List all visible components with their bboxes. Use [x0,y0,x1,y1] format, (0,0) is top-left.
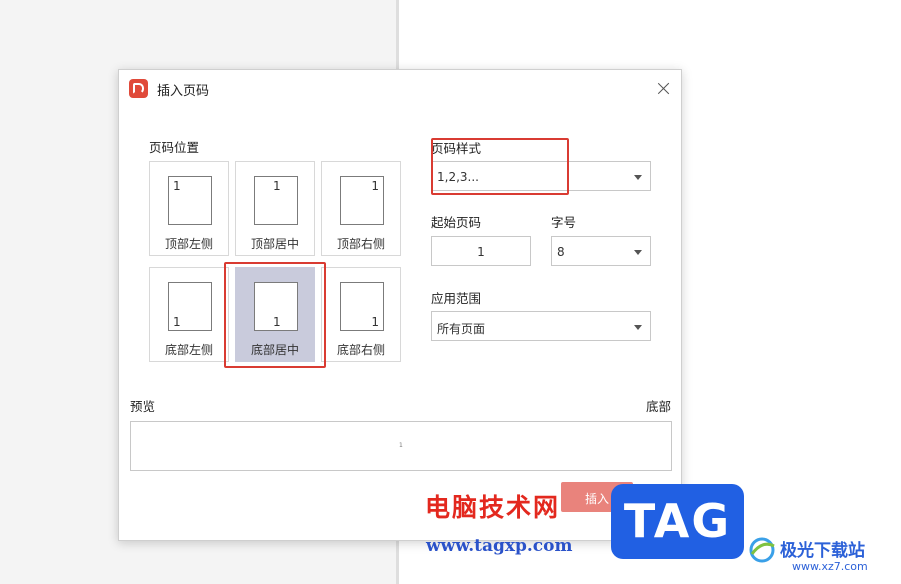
font-size-label: 字号 [551,215,577,230]
aurora-logo-icon [749,537,775,563]
position-caption: 底部左侧 [164,343,213,357]
scope-select-value: 所有页面 [437,322,486,336]
page-thumbnail: 1 [254,176,298,225]
position-caption: 顶部左侧 [164,237,213,251]
dialog-title: 插入页码 [157,84,210,99]
position-caption: 顶部居中 [250,237,299,251]
insert-page-number-dialog: 插入页码 页码位置 1 顶部左侧 1 顶部居中 1 顶部右侧 1 底部左侧 1 … [118,69,682,541]
start-number-input[interactable]: 1 [431,236,531,266]
preview-label: 预览 [130,399,156,414]
position-label: 页码位置 [149,140,200,155]
font-size-select[interactable]: 8 [551,236,651,266]
highlight-box-position [224,262,326,368]
close-icon[interactable] [653,78,675,100]
wps-pdf-app-icon [129,79,148,98]
position-bottom-right[interactable]: 1 底部右侧 [321,267,401,362]
position-caption: 底部右侧 [336,343,385,357]
watermark-text: 电脑技术网 [425,493,561,522]
position-top-center[interactable]: 1 顶部居中 [235,161,315,256]
scope-select[interactable]: 所有页面 [431,311,651,341]
page-thumbnail: 1 [340,282,384,331]
watermark-url: www.tagxp.com [426,536,573,556]
preview-area: 1 [130,421,672,471]
watermark-site-name: 极光下载站 [780,541,865,561]
chevron-down-icon [634,250,642,255]
font-size-value: 8 [557,245,565,259]
position-caption: 顶部右侧 [336,237,385,251]
chevron-down-icon [634,175,642,180]
position-top-right[interactable]: 1 顶部右侧 [321,161,401,256]
position-bottom-left[interactable]: 1 底部左侧 [149,267,229,362]
page-thumbnail: 1 [340,176,384,225]
start-number-label: 起始页码 [431,215,482,230]
page-thumbnail: 1 [168,176,212,225]
page-thumbnail: 1 [168,282,212,331]
position-top-left[interactable]: 1 顶部左侧 [149,161,229,256]
highlight-box-style [431,138,569,195]
preview-position-label: 底部 [645,399,671,414]
chevron-down-icon [634,325,642,330]
dialog-titlebar: 插入页码 [119,70,681,108]
preview-page-number: 1 [399,442,403,449]
watermark-domain: www.xz7.com [792,560,868,573]
watermark-tag-logo: TAG [611,484,744,559]
scope-label: 应用范围 [431,291,482,306]
